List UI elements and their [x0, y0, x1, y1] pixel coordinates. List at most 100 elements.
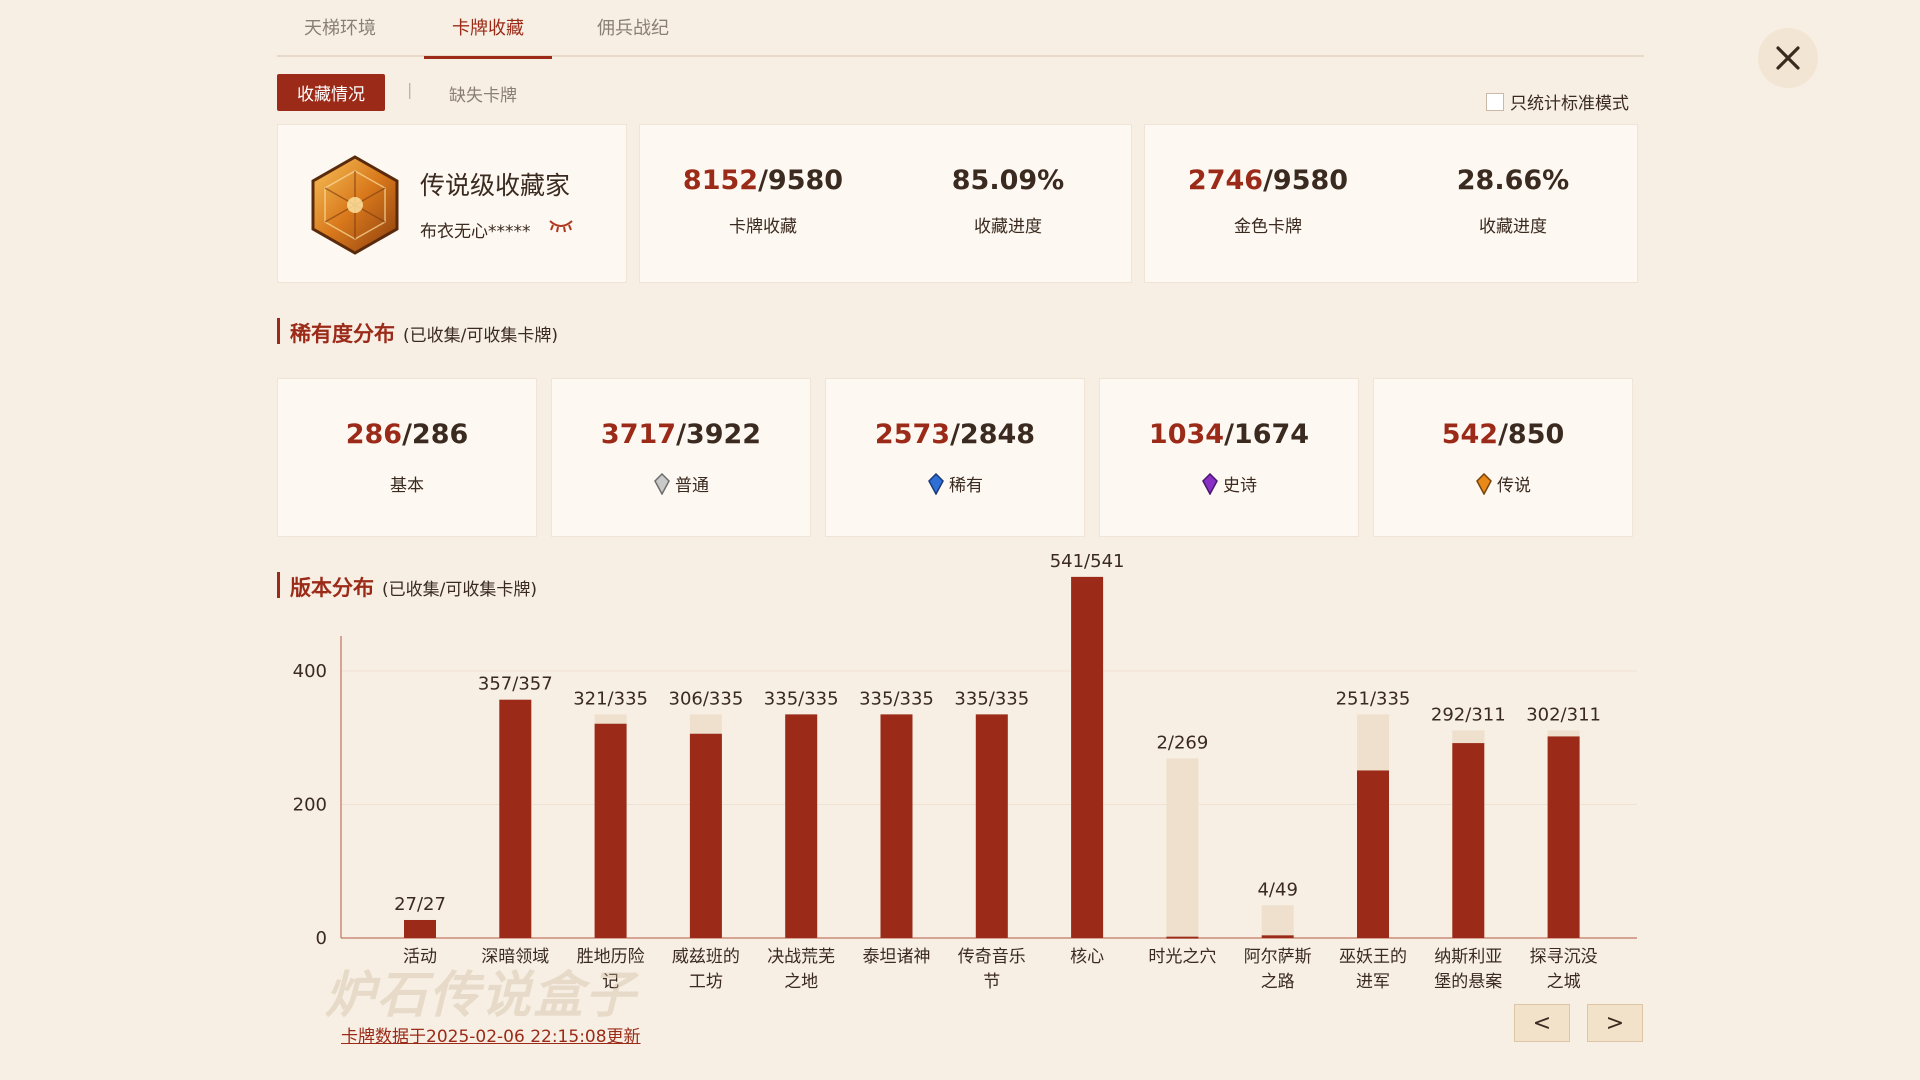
- x-tick-label: 决战荒芜: [767, 947, 835, 967]
- x-tick-label: 探寻沉没: [1530, 947, 1598, 967]
- bar-owned: [1357, 770, 1389, 938]
- golden-progress-label: 收藏进度: [1479, 217, 1547, 237]
- data-label: 4/49: [1257, 879, 1297, 900]
- card-collection-value: 8152/9580: [682, 165, 844, 196]
- y-tick-label: 400: [293, 661, 327, 682]
- bar-total: [1166, 758, 1199, 938]
- rarity-card-legendary: 542/850 传说: [1373, 378, 1633, 537]
- standard-mode-filter[interactable]: 只统计标准模式: [1486, 89, 1629, 114]
- bar-owned: [1261, 935, 1294, 938]
- rarity-card-epic: 1034/1674 史诗: [1099, 378, 1359, 537]
- x-tick-label: 之城: [1547, 972, 1581, 992]
- x-tick-label: 节: [983, 972, 1000, 992]
- x-tick-label: 核心: [1070, 947, 1104, 967]
- legendary-gem-icon: [1476, 472, 1492, 495]
- y-tick-label: 200: [293, 795, 327, 816]
- subtab-missing-cards[interactable]: 缺失卡牌: [449, 81, 517, 106]
- bar-owned: [975, 714, 1008, 938]
- card-progress-value: 85.09%: [951, 165, 1065, 196]
- version-bar-chart: 020040027/27活动357/357深暗领域321/335胜地历险记306…: [293, 551, 1637, 992]
- next-page-button[interactable]: >: [1587, 1004, 1643, 1042]
- rarity-value: 286/286: [345, 419, 469, 450]
- golden-progress-stat: 28.66% 收藏进度: [1393, 165, 1633, 237]
- x-tick-label: 之路: [1261, 972, 1295, 992]
- standard-mode-label: 只统计标准模式: [1510, 94, 1629, 114]
- close-button[interactable]: [1758, 28, 1818, 88]
- rarity-section-title: 稀有度分布 (已收集/可收集卡牌): [277, 318, 558, 346]
- rarity-value: 1034/1674: [1148, 419, 1310, 450]
- rarity-label: 普通: [552, 471, 810, 496]
- x-tick-label: 堡的悬案: [1434, 972, 1502, 992]
- bar-owned: [1452, 743, 1485, 938]
- golden-collection-card: 2746/9580 金色卡牌 28.66% 收藏进度: [1144, 124, 1638, 283]
- bar-owned: [404, 919, 436, 938]
- data-label: 335/335: [954, 688, 1029, 709]
- golden-collection-value: 2746/9580: [1187, 165, 1349, 196]
- rarity-label: 史诗: [1100, 471, 1358, 496]
- card-progress-stat: 85.09% 收藏进度: [888, 165, 1128, 237]
- epic-gem-icon: [1202, 472, 1218, 495]
- bar-owned: [594, 723, 627, 938]
- update-time-link[interactable]: 卡牌数据于2025-02-06 22:15:08更新: [341, 1022, 641, 1047]
- x-tick-label: 传奇音乐: [958, 947, 1026, 967]
- y-tick-label: 0: [316, 928, 327, 949]
- tab-mercenaries[interactable]: 佣兵战纪: [597, 14, 669, 57]
- rarity-value: 542/850: [1441, 419, 1565, 450]
- profile-card: 传说级收藏家 布衣无心*****: [277, 124, 627, 283]
- rarity-value: 2573/2848: [874, 419, 1036, 450]
- x-tick-label: 时光之穴: [1148, 947, 1216, 967]
- bar-owned: [880, 714, 913, 938]
- x-tick-label: 进军: [1356, 972, 1390, 992]
- rarity-card-basic: 286/286 基本: [277, 378, 537, 537]
- x-tick-label: 阿尔萨斯: [1244, 947, 1312, 967]
- hexagon-cardpack-icon: [311, 155, 399, 255]
- tab-ladder[interactable]: 天梯环境: [304, 14, 376, 57]
- standard-mode-checkbox[interactable]: [1486, 92, 1504, 111]
- data-label: 27/27: [394, 894, 446, 915]
- bar-owned: [785, 714, 818, 938]
- data-label: 321/335: [573, 688, 648, 709]
- data-label: 302/311: [1526, 704, 1601, 725]
- rarity-value: 3717/3922: [600, 419, 762, 450]
- tab-collection[interactable]: 卡牌收藏: [424, 14, 552, 59]
- subtab-collection-status[interactable]: 收藏情况: [277, 74, 385, 111]
- x-tick-label: 纳斯利亚: [1434, 947, 1502, 967]
- x-tick-label: 泰坦诸神: [863, 947, 931, 967]
- data-label: 251/335: [1336, 688, 1411, 709]
- card-collection-card: 8152/9580 卡牌收藏 85.09% 收藏进度: [639, 124, 1132, 283]
- card-collection-label: 卡牌收藏: [729, 217, 797, 237]
- rarity-label: 基本: [390, 476, 424, 496]
- rarity-label: 传说: [1374, 471, 1632, 496]
- x-tick-label: 巫妖王的: [1339, 947, 1407, 967]
- data-label: 2/269: [1156, 732, 1208, 753]
- rarity-card-rare: 2573/2848 稀有: [825, 378, 1085, 537]
- bar-owned: [1071, 576, 1104, 938]
- common-gem-icon: [654, 472, 670, 495]
- close-icon: [1776, 46, 1800, 70]
- data-label: 306/335: [669, 688, 744, 709]
- bar-owned: [689, 733, 722, 938]
- golden-collection-label: 金色卡牌: [1234, 217, 1302, 237]
- rarity-card-common: 3717/3922 普通: [551, 378, 811, 537]
- rarity-label: 稀有: [826, 471, 1084, 496]
- x-tick-label: 之地: [784, 972, 818, 992]
- golden-collection-stat: 2746/9580 金色卡牌: [1148, 165, 1388, 237]
- bar-owned: [499, 699, 532, 938]
- bar-owned: [1166, 936, 1199, 939]
- eye-closed-icon[interactable]: [548, 217, 574, 233]
- watermark-logo: 炉石传说盒子: [325, 965, 637, 1024]
- profile-title: 传说级收藏家: [420, 171, 571, 200]
- x-tick-label: 威兹班的: [672, 947, 740, 967]
- golden-progress-value: 28.66%: [1456, 165, 1570, 196]
- profile-username: 布衣无心*****: [420, 222, 531, 242]
- rarity-title: 稀有度分布: [290, 322, 395, 346]
- rare-gem-icon: [928, 472, 944, 495]
- data-label: 541/541: [1050, 551, 1125, 572]
- bar-owned: [1547, 736, 1580, 938]
- data-label: 357/357: [478, 674, 553, 695]
- prev-page-button[interactable]: <: [1514, 1004, 1570, 1042]
- bar-total: [1261, 905, 1294, 938]
- card-collection-stat: 8152/9580 卡牌收藏: [643, 165, 883, 237]
- data-label: 335/335: [764, 688, 839, 709]
- card-progress-label: 收藏进度: [974, 217, 1042, 237]
